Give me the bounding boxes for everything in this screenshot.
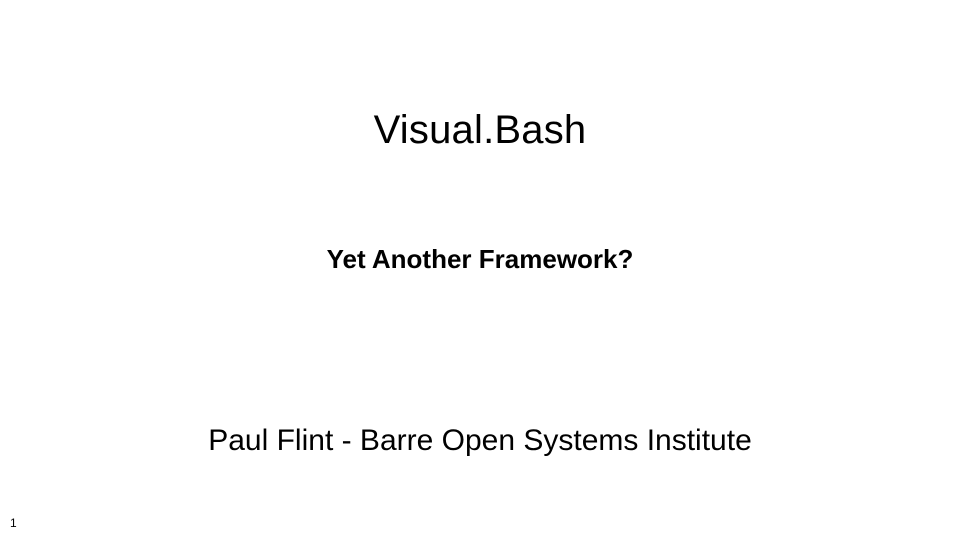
slide-author: Paul Flint - Barre Open Systems Institut…: [0, 424, 960, 458]
slide-subtitle: Yet Another Framework?: [0, 244, 960, 275]
slide: Visual.Bash Yet Another Framework? Paul …: [0, 0, 960, 540]
page-number: 1: [10, 516, 17, 530]
slide-title: Visual.Bash: [0, 108, 960, 153]
